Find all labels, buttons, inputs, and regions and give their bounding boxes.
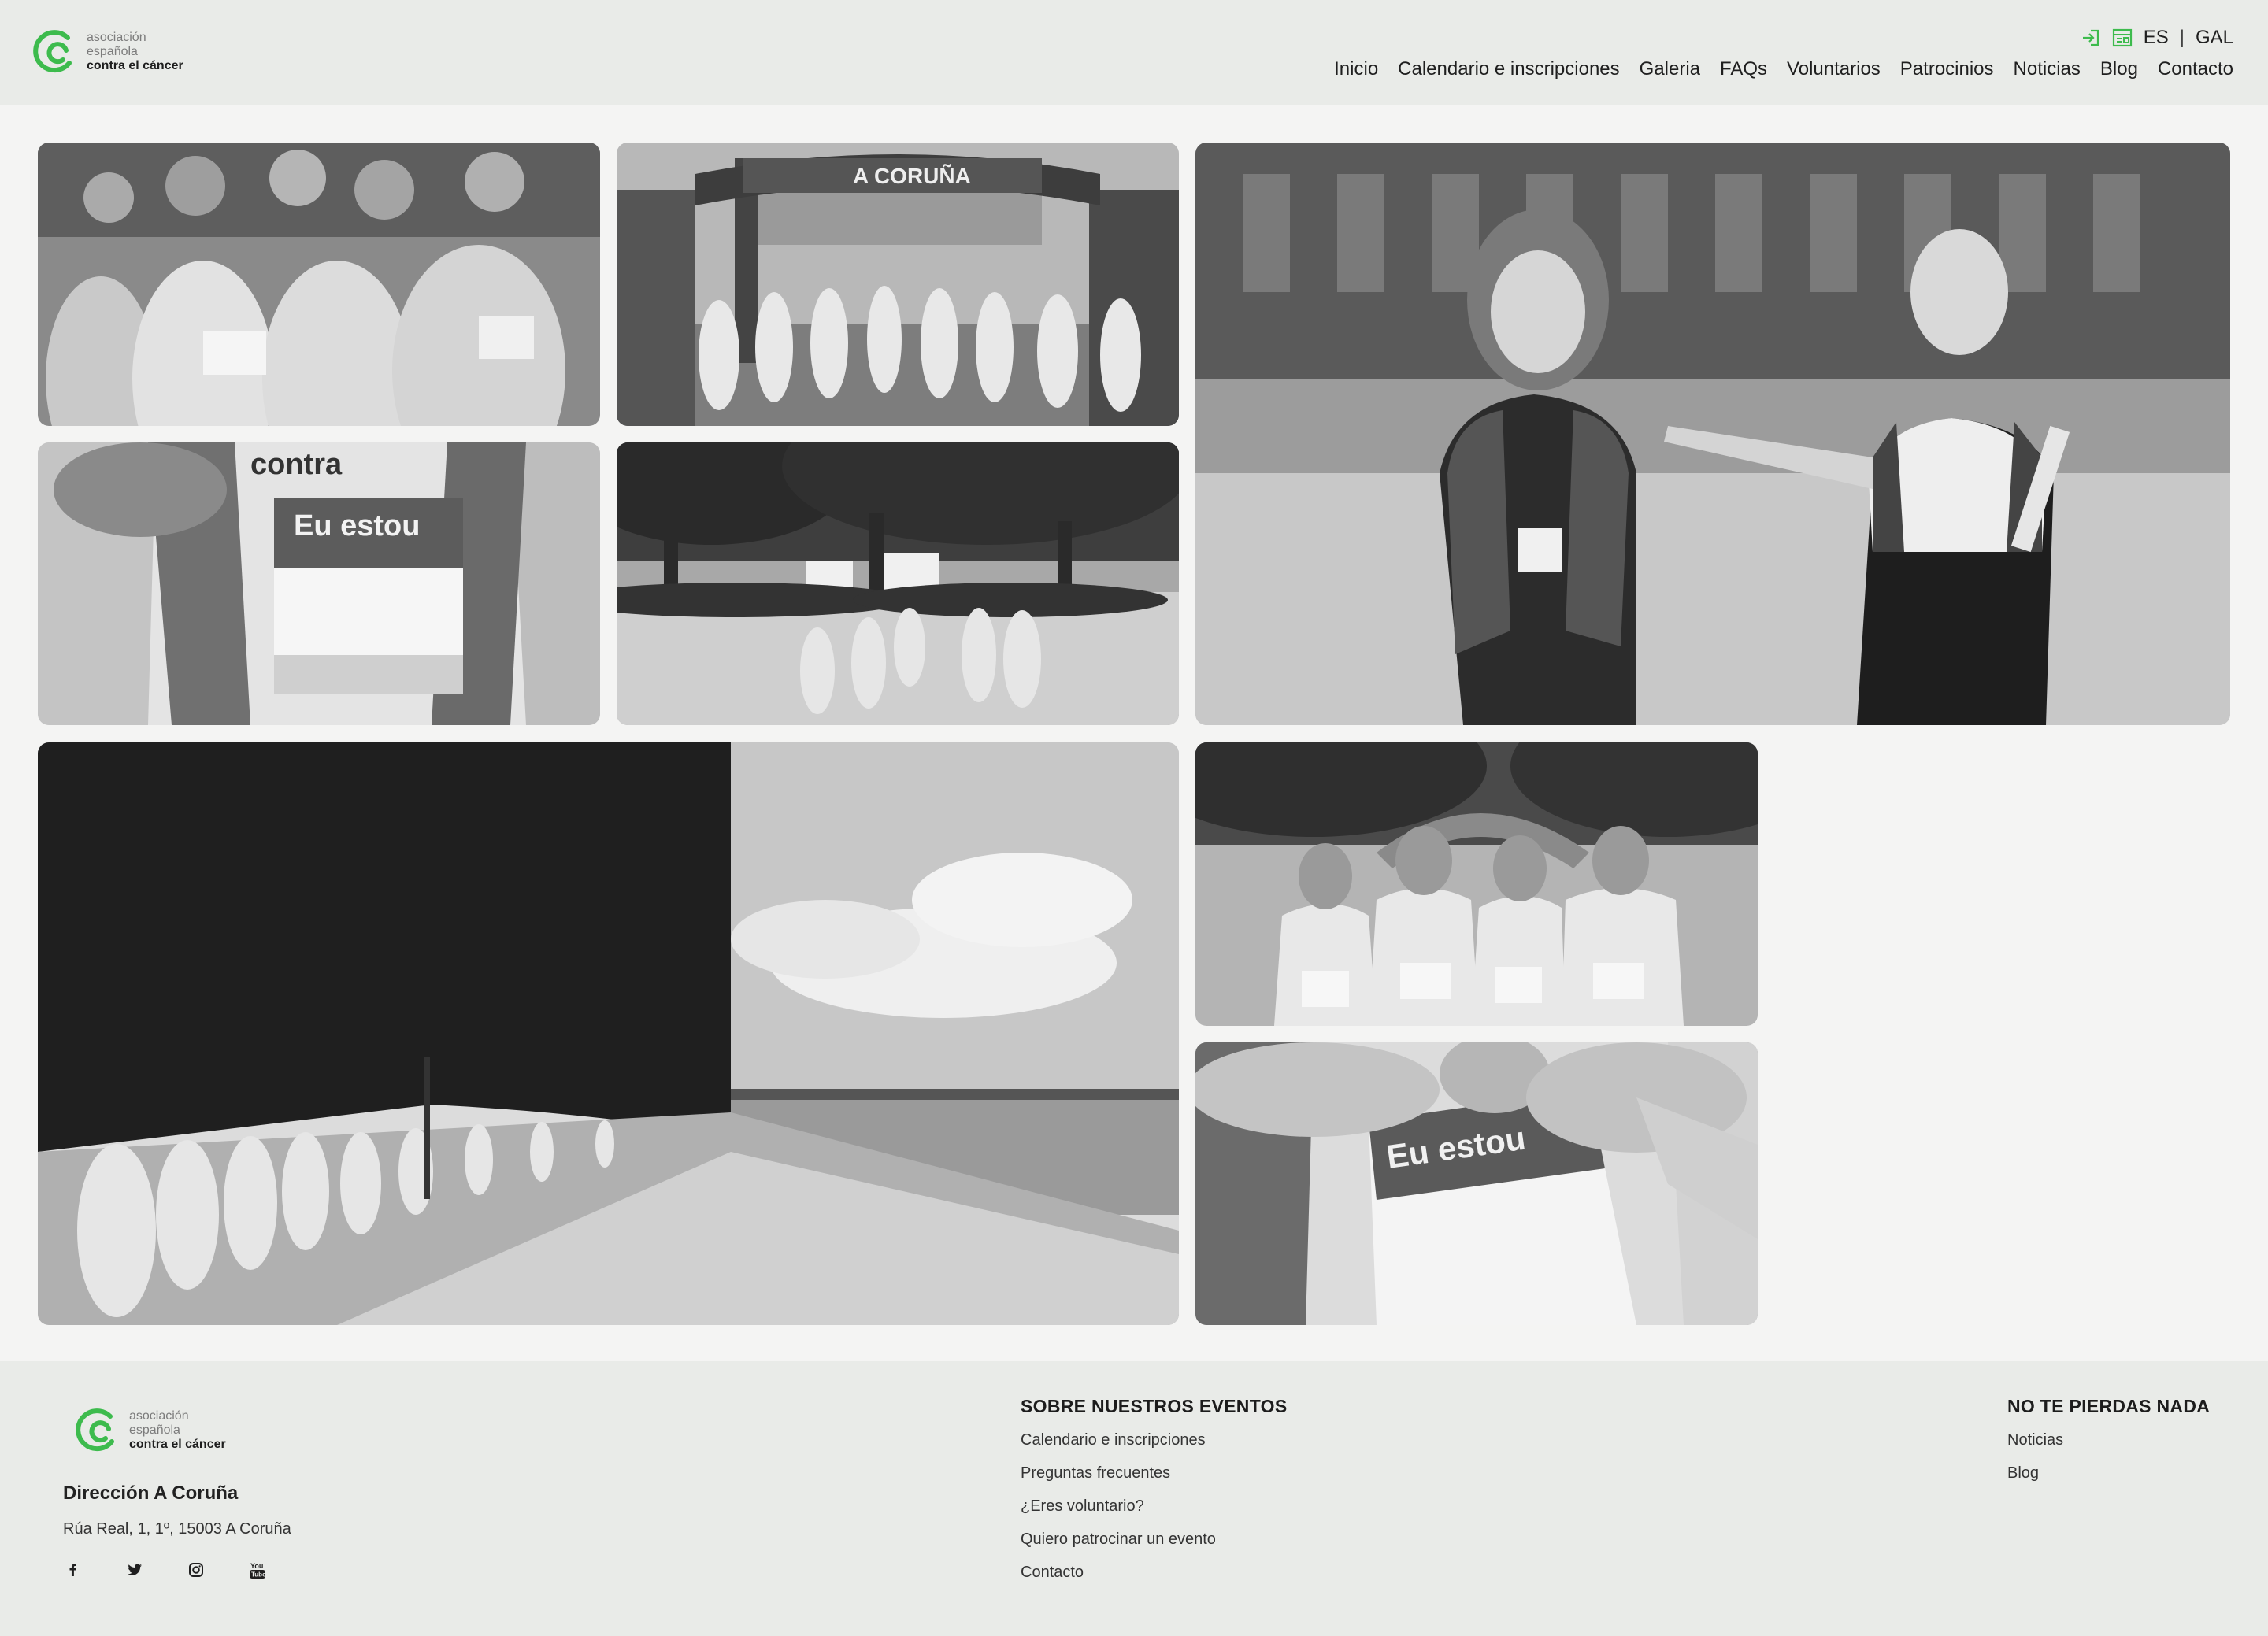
footer-link-calendario[interactable]: Calendario e inscripciones [1021,1431,1287,1449]
svg-text:A CORUÑA: A CORUÑA [853,164,971,188]
site-logo[interactable]: asociación española contra el cáncer [32,27,183,77]
nav-galeria[interactable]: Galeria [1640,58,1700,80]
nav-contacto[interactable]: Contacto [2158,58,2233,80]
office-title: Dirección A Coruña [63,1482,239,1504]
instagram-icon[interactable] [186,1560,206,1580]
svg-text:contra: contra [250,448,343,481]
footer-link-blog[interactable]: Blog [2007,1464,2210,1482]
header-tools: ES | GAL [2081,27,2233,49]
svg-text:Tube: Tube [251,1571,266,1579]
language-separator: | [2179,27,2185,48]
photo-hands-holding-bib[interactable]: Eu estou [1195,1042,1758,1325]
logo-text-line-1: asociación [129,1409,189,1423]
office-address: Rúa Real, 1, 1º, 15003 A Coruña [63,1520,291,1538]
nav-blog[interactable]: Blog [2100,58,2138,80]
footer-link-noticias[interactable]: Noticias [2007,1431,2210,1449]
aecc-logo-icon [33,30,72,73]
footer-link-contacto[interactable]: Contacto [1021,1564,1287,1582]
photo-group-smiling-participants[interactable] [38,143,600,426]
footer-link-patrocinar[interactable]: Quiero patrocinar un evento [1021,1531,1287,1549]
nav-patrocinios[interactable]: Patrocinios [1900,58,1994,80]
nav-voluntarios[interactable]: Voluntarios [1787,58,1881,80]
footer-link-faq[interactable]: Preguntas frecuentes [1021,1464,1287,1482]
footer-logo[interactable]: asociación española contra el cáncer [74,1405,226,1456]
photo-race-bib-closeup[interactable]: Eu estou contra [38,442,600,725]
login-icon[interactable] [2081,28,2101,48]
nav-noticias[interactable]: Noticias [2014,58,2081,80]
logo-text-line-3: contra el cáncer [87,59,183,72]
photo-park-crowd[interactable] [617,442,1179,725]
aecc-logo-icon [76,1408,114,1452]
register-icon[interactable] [2112,28,2133,48]
youtube-icon[interactable]: You Tube [247,1560,268,1580]
twitter-icon[interactable] [124,1560,145,1580]
footer-events-title: SOBRE NUESTROS EVENTOS [1021,1396,1288,1416]
logo-text-line-3: contra el cáncer [129,1438,226,1451]
photo-volunteers-walking[interactable] [1195,143,2230,725]
footer-news-column: NO TE PIERDAS NADA Noticias Blog [2007,1396,2210,1497]
svg-text:You: You [250,1562,263,1570]
facebook-icon[interactable] [63,1560,83,1580]
svg-text:Eu estou: Eu estou [294,509,420,542]
footer-link-voluntario[interactable]: ¿Eres voluntario? [1021,1497,1287,1516]
social-links: You Tube [63,1560,268,1580]
photo-finish-arch-walkers[interactable]: A CORUÑA [617,143,1179,426]
footer-news-title: NO TE PIERDAS NADA [2007,1396,2211,1416]
logo-text-line-2: española [129,1423,180,1437]
main-nav: Inicio Calendario e inscripciones Galeri… [1334,58,2233,80]
footer-events-column: SOBRE NUESTROS EVENTOS Calendario e insc… [1021,1396,1287,1597]
photo-four-participants[interactable] [1195,742,1758,1026]
photo-coastal-walk[interactable] [38,742,1179,1325]
logo-text-line-2: española [87,45,138,58]
logo-text-line-1: asociación [87,31,146,44]
nav-inicio[interactable]: Inicio [1334,58,1378,80]
nav-calendario[interactable]: Calendario e inscripciones [1398,58,1619,80]
language-es[interactable]: ES [2144,27,2169,49]
language-gal[interactable]: GAL [2196,27,2233,49]
site-footer: asociación española contra el cáncer Dir… [0,1361,2268,1636]
site-header: asociación española contra el cáncer ES … [0,0,2268,105]
nav-faqs[interactable]: FAQs [1720,58,1767,80]
